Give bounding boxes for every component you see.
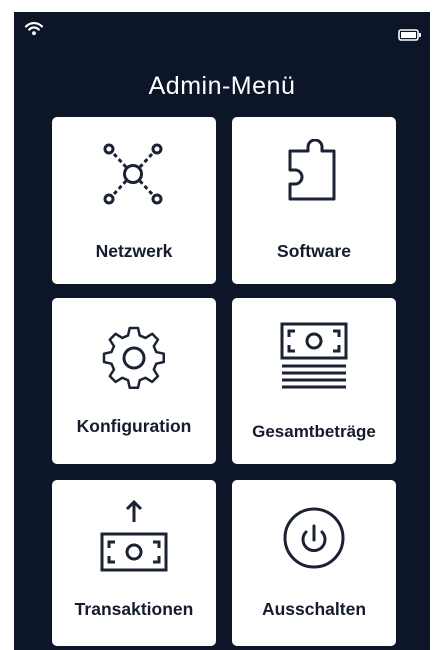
device-screen: Admin-Menü Netzwerk Software Konfigurati…: [14, 12, 430, 650]
tile-ausschalten[interactable]: Ausschalten: [232, 480, 396, 646]
tile-label: Gesamtbeträge: [252, 422, 376, 441]
banknote-stack-icon: [232, 320, 396, 392]
page-title: Admin-Menü: [148, 72, 296, 100]
banknote-upload-icon: [52, 498, 216, 574]
tile-gesamtbetraege[interactable]: Gesamtbeträge: [232, 298, 396, 464]
wifi-icon: [24, 20, 44, 41]
tile-label: Software: [277, 241, 351, 261]
tile-netzwerk[interactable]: Netzwerk: [52, 117, 216, 284]
puzzle-piece-icon: [232, 139, 396, 209]
gear-icon: [52, 320, 216, 392]
tile-label: Konfiguration: [76, 416, 192, 436]
tile-label: Transaktionen: [74, 599, 194, 619]
tile-software[interactable]: Software: [232, 117, 396, 284]
network-icon: [52, 139, 216, 209]
tile-transaktionen[interactable]: Transaktionen: [52, 480, 216, 646]
tile-label: Ausschalten: [261, 599, 367, 619]
power-icon: [232, 498, 396, 574]
tile-konfiguration[interactable]: Konfiguration: [52, 298, 216, 464]
battery-icon: [398, 28, 422, 46]
tile-label: Netzwerk: [95, 241, 173, 261]
status-bar: [14, 12, 430, 52]
